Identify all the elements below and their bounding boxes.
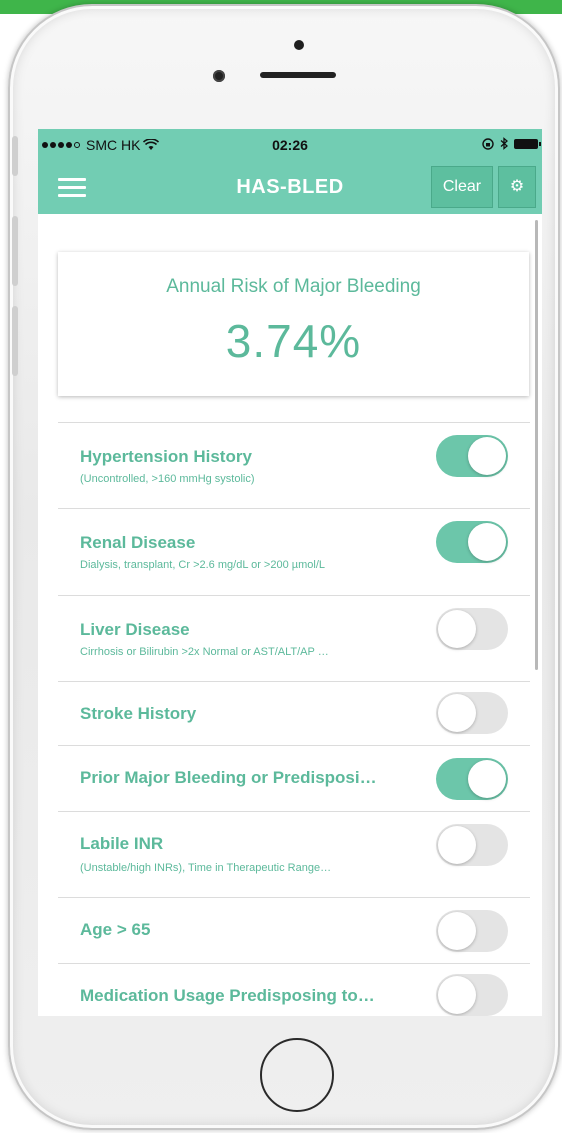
toggle-knob xyxy=(468,523,506,561)
criterion-row-medication: Medication Usage Predisposing to… xyxy=(58,963,530,1016)
volume-up-button xyxy=(12,216,18,286)
criterion-title: Age > 65 xyxy=(80,920,151,939)
app-screen: SMC HK 02:26 HAS-BLED Clear ⚙ Annual Ris… xyxy=(38,129,542,1016)
criterion-row-hypertension: Hypertension History (Uncontrolled, >160… xyxy=(58,422,530,508)
criterion-subtitle: Cirrhosis or Bilirubin >2x Normal or AST… xyxy=(80,646,329,658)
criterion-subtitle: (Unstable/high INRs), Time in Therapeuti… xyxy=(80,862,332,874)
criterion-subtitle: Dialysis, transplant, Cr >2.6 mg/dL or >… xyxy=(80,559,325,571)
settings-button[interactable]: ⚙ xyxy=(498,166,536,208)
criterion-row-stroke: Stroke History xyxy=(58,681,530,745)
content-area[interactable]: Annual Risk of Major Bleeding 3.74% Hype… xyxy=(38,214,542,1016)
home-button[interactable] xyxy=(260,1038,334,1112)
gear-icon: ⚙ xyxy=(509,178,525,195)
criterion-row-age: Age > 65 xyxy=(58,897,530,963)
criterion-title: Prior Major Bleeding or Predisposi… xyxy=(80,768,377,787)
mute-switch xyxy=(12,136,18,176)
criterion-row-renal: Renal Disease Dialysis, transplant, Cr >… xyxy=(58,508,530,595)
criterion-subtitle: (Uncontrolled, >160 mmHg systolic) xyxy=(80,473,255,485)
risk-label: Annual Risk of Major Bleeding xyxy=(166,276,421,297)
volume-down-button xyxy=(12,306,18,376)
criterion-title: Liver Disease xyxy=(80,620,190,639)
clear-button[interactable]: Clear xyxy=(431,166,493,208)
toggle-switch[interactable] xyxy=(436,974,508,1016)
criterion-row-liver: Liver Disease Cirrhosis or Bilirubin >2x… xyxy=(58,595,530,681)
earpiece-speaker xyxy=(260,72,336,78)
toggle-knob xyxy=(468,760,506,798)
criteria-list: Hypertension History (Uncontrolled, >160… xyxy=(58,422,530,1016)
toggle-knob xyxy=(438,912,476,950)
criterion-title: Stroke History xyxy=(80,704,197,723)
rotation-lock-icon xyxy=(482,137,494,150)
toggle-knob xyxy=(438,610,476,648)
toggle-knob xyxy=(468,437,506,475)
criterion-title: Labile INR xyxy=(80,834,164,853)
risk-value: 3.74% xyxy=(225,315,362,367)
toggle-switch[interactable] xyxy=(436,521,508,563)
toggle-switch[interactable] xyxy=(436,758,508,800)
toggle-knob xyxy=(438,826,476,864)
toggle-switch[interactable] xyxy=(436,608,508,650)
criterion-title: Renal Disease xyxy=(80,533,196,552)
status-bar: SMC HK 02:26 xyxy=(38,129,542,160)
nav-bar: HAS-BLED Clear ⚙ xyxy=(38,160,542,214)
bluetooth-icon xyxy=(500,137,508,150)
battery-icon xyxy=(514,138,541,149)
risk-result-card: Annual Risk of Major Bleeding 3.74% xyxy=(58,252,529,396)
toggle-switch[interactable] xyxy=(436,824,508,866)
status-right-icons xyxy=(482,137,541,150)
criterion-row-prior-bleeding: Prior Major Bleeding or Predisposi… xyxy=(58,745,530,811)
toggle-knob xyxy=(438,694,476,732)
toggle-switch[interactable] xyxy=(436,910,508,952)
criterion-title: Medication Usage Predisposing to… xyxy=(80,986,375,1005)
toggle-switch[interactable] xyxy=(436,435,508,477)
scrollbar xyxy=(535,220,538,670)
toggle-knob xyxy=(438,976,476,1014)
criterion-title: Hypertension History xyxy=(80,447,252,466)
toggle-switch[interactable] xyxy=(436,692,508,734)
criterion-row-labile-inr: Labile INR (Unstable/high INRs), Time in… xyxy=(58,811,530,897)
front-camera xyxy=(213,70,225,82)
top-camera-dot xyxy=(294,40,304,50)
status-time: 02:26 xyxy=(272,137,308,153)
